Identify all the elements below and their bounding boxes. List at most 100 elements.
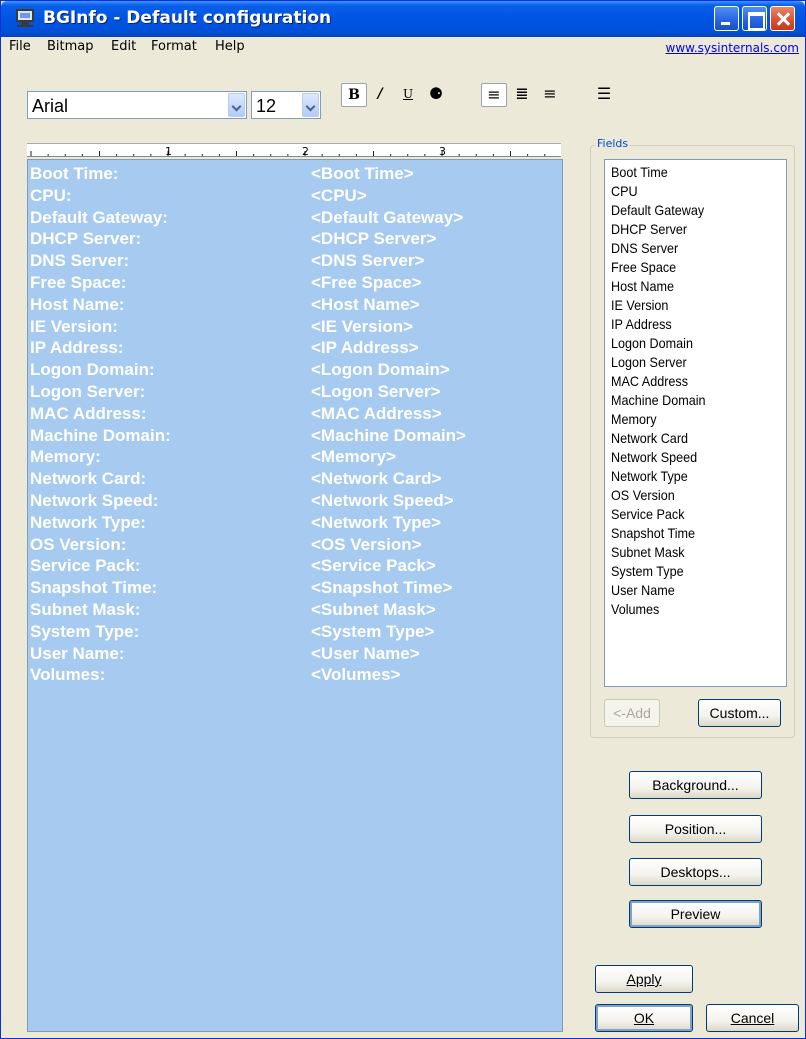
- custom-field-button[interactable]: Custom...: [698, 699, 781, 727]
- apply-button[interactable]: Apply: [595, 965, 693, 993]
- field-label: System Type:: [30, 621, 140, 641]
- menu-edit[interactable]: Edit: [111, 39, 136, 54]
- bginfo-window: BGInfo - Default configuration File Bitm…: [0, 0, 806, 1039]
- editor-row[interactable]: MAC Address: <MAC Address>: [30, 404, 560, 426]
- list-item[interactable]: IP Address: [611, 316, 672, 332]
- list-item[interactable]: CPU: [611, 183, 638, 199]
- list-item[interactable]: Host Name: [611, 278, 674, 294]
- list-item[interactable]: Network Type: [611, 468, 688, 484]
- close-button[interactable]: [770, 6, 795, 31]
- editor-row[interactable]: Free Space: <Free Space>: [30, 273, 560, 295]
- bullets-button[interactable]: ☰: [591, 83, 617, 107]
- list-item[interactable]: Free Space: [611, 259, 676, 275]
- align-center-button[interactable]: ≣: [509, 83, 535, 107]
- editor-row[interactable]: IP Address: <IP Address>: [30, 338, 560, 360]
- list-item[interactable]: Logon Server: [611, 354, 687, 370]
- align-left-button[interactable]: ≡: [481, 83, 507, 107]
- font-name-value: Arial: [32, 96, 69, 116]
- field-label: Memory:: [30, 447, 101, 467]
- add-field-button[interactable]: <-Add: [604, 699, 660, 727]
- editor-row[interactable]: OS Version: <OS Version>: [30, 535, 560, 557]
- editor-row[interactable]: Network Card: <Network Card>: [30, 469, 560, 491]
- background-button[interactable]: Background...: [629, 771, 762, 799]
- editor-row[interactable]: Machine Domain: <Machine Domain>: [30, 426, 560, 448]
- editor-row[interactable]: DNS Server: <DNS Server>: [30, 251, 560, 273]
- maximize-button[interactable]: [742, 6, 767, 31]
- title-bar[interactable]: BGInfo - Default configuration: [1, 1, 805, 37]
- field-placeholder: <CPU>: [311, 185, 367, 205]
- font-name-select[interactable]: Arial: [27, 91, 247, 119]
- editor-row[interactable]: IE Version: <IE Version>: [30, 317, 560, 339]
- editor-row[interactable]: Network Type: <Network Type>: [30, 513, 560, 535]
- underline-button[interactable]: U: [395, 83, 421, 107]
- field-label: Volumes:: [30, 665, 106, 685]
- field-placeholder: <DHCP Server>: [311, 229, 437, 249]
- chevron-down-icon[interactable]: [302, 93, 319, 117]
- editor-row[interactable]: Boot Time: <Boot Time>: [30, 164, 560, 186]
- list-item[interactable]: Boot Time: [611, 164, 668, 180]
- list-item[interactable]: Default Gateway: [611, 202, 704, 218]
- minimize-button[interactable]: [714, 6, 739, 31]
- field-label: Subnet Mask:: [30, 600, 141, 619]
- preview-button[interactable]: Preview: [629, 900, 762, 928]
- list-item[interactable]: Machine Domain: [611, 392, 706, 408]
- list-item[interactable]: DHCP Server: [611, 221, 687, 237]
- list-item[interactable]: User Name: [611, 582, 675, 598]
- editor-row[interactable]: Default Gateway: <Default Gateway>: [30, 208, 560, 230]
- field-placeholder: <Default Gateway>: [311, 207, 464, 227]
- list-item[interactable]: Network Card: [611, 430, 688, 446]
- editor-row[interactable]: Logon Domain: <Logon Domain>: [30, 360, 560, 382]
- chevron-down-icon[interactable]: [228, 93, 245, 117]
- list-item[interactable]: Memory: [611, 411, 657, 427]
- position-button[interactable]: Position...: [629, 815, 762, 843]
- field-placeholder: <Logon Server>: [311, 382, 441, 401]
- editor-row[interactable]: DHCP Server: <DHCP Server>: [30, 229, 560, 251]
- field-label: Default Gateway:: [30, 207, 168, 227]
- font-color-button[interactable]: ⚈: [423, 83, 449, 107]
- list-item[interactable]: DNS Server: [611, 240, 678, 256]
- list-item[interactable]: System Type: [611, 563, 684, 579]
- menu-file[interactable]: File: [9, 39, 31, 54]
- editor-row[interactable]: Memory: <Memory>: [30, 447, 560, 469]
- editor-row[interactable]: Host Name: <Host Name>: [30, 295, 560, 317]
- editor-row[interactable]: Volumes: <Volumes>: [30, 665, 560, 687]
- editor-row[interactable]: User Name: <User Name>: [30, 644, 560, 666]
- font-size-select[interactable]: 12: [251, 91, 321, 119]
- editor-row[interactable]: Logon Server: <Logon Server>: [30, 382, 560, 404]
- list-item[interactable]: Service Pack: [611, 506, 685, 522]
- field-label: DHCP Server:: [30, 229, 142, 249]
- field-label: User Name:: [30, 643, 125, 663]
- editor-row[interactable]: Snapshot Time: <Snapshot Time>: [30, 578, 560, 600]
- field-placeholder: <Free Space>: [311, 273, 422, 292]
- list-item[interactable]: OS Version: [611, 487, 675, 503]
- field-label: Network Type:: [30, 512, 146, 532]
- editor-row[interactable]: Service Pack: <Service Pack>: [30, 556, 560, 578]
- menu-format[interactable]: Format: [151, 39, 197, 54]
- list-item[interactable]: Volumes: [611, 601, 659, 617]
- ok-button[interactable]: OK: [595, 1004, 693, 1032]
- editor-row[interactable]: CPU: <CPU>: [30, 186, 560, 208]
- editor-row[interactable]: Subnet Mask: <Subnet Mask>: [30, 600, 560, 622]
- fields-listbox[interactable]: Boot Time CPU Default Gateway DHCP Server DN…: [604, 159, 787, 687]
- list-item[interactable]: IE Version: [611, 297, 668, 313]
- list-item[interactable]: Snapshot Time: [611, 525, 695, 541]
- italic-button[interactable]: /: [367, 83, 393, 107]
- list-item[interactable]: Logon Domain: [611, 335, 693, 351]
- menu-help[interactable]: Help: [215, 39, 245, 54]
- bold-button[interactable]: B: [341, 83, 367, 107]
- desktops-button[interactable]: Desktops...: [629, 858, 762, 886]
- list-item[interactable]: MAC Address: [611, 373, 688, 389]
- align-right-button[interactable]: ≡: [537, 83, 563, 107]
- bullet-list-icon: ☰: [596, 84, 612, 103]
- ruler-mark-label: 2: [302, 145, 309, 158]
- sysinternals-link[interactable]: www.sysinternals.com: [666, 41, 800, 55]
- menu-bitmap[interactable]: Bitmap: [47, 39, 94, 54]
- info-editor[interactable]: Boot Time: <Boot Time> CPU: <CPU> Default Ga…: [27, 159, 563, 1032]
- list-item[interactable]: Subnet Mask: [611, 544, 685, 560]
- editor-row[interactable]: Network Speed: <Network Speed>: [30, 491, 560, 513]
- field-placeholder: <User Name>: [311, 643, 420, 663]
- list-item[interactable]: Network Speed: [611, 449, 697, 465]
- cancel-button[interactable]: Cancel: [706, 1004, 799, 1032]
- ruler[interactable]: 1 2 3: [27, 143, 561, 158]
- editor-row[interactable]: System Type: <System Type>: [30, 622, 560, 644]
